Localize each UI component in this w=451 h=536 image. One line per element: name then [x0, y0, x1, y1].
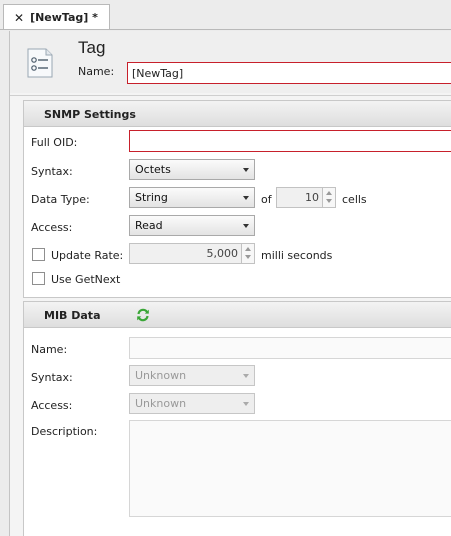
- of-label: of: [261, 193, 272, 206]
- cells-value: 10: [305, 191, 319, 204]
- chevron-down-icon: [243, 168, 249, 172]
- mib-syntax-value: Unknown: [135, 369, 187, 382]
- cells-stepper-buttons[interactable]: [322, 188, 335, 207]
- tag-name-input[interactable]: [127, 62, 451, 84]
- use-getnext-label: Use GetNext: [51, 273, 121, 286]
- update-rate-stepper-buttons[interactable]: [241, 244, 254, 263]
- access-select-value: Read: [135, 219, 163, 232]
- mib-syntax-select: Unknown: [129, 365, 255, 386]
- chevron-down-icon: [243, 402, 249, 406]
- chevron-down-icon: [243, 374, 249, 378]
- cells-stepper[interactable]: 10: [276, 187, 336, 208]
- tag-editor-panel: Tag Name: SNMP Settings Full OID: Syntax…: [9, 31, 451, 536]
- update-rate-value: 5,000: [206, 247, 239, 260]
- mib-description-label: Description:: [31, 425, 98, 438]
- snmp-settings-header: SNMP Settings: [24, 101, 451, 127]
- mib-data-title: MIB Data: [44, 309, 101, 322]
- tag-document-icon: [27, 48, 53, 78]
- syntax-select[interactable]: Octets: [129, 159, 255, 180]
- data-type-select-value: String: [135, 191, 168, 204]
- mib-access-value: Unknown: [135, 397, 187, 410]
- mib-name-label: Name:: [31, 343, 68, 356]
- page-title: Tag: [78, 38, 106, 57]
- snmp-settings-title: SNMP Settings: [44, 108, 136, 121]
- syntax-select-value: Octets: [135, 163, 171, 176]
- mib-name-field: [129, 337, 451, 359]
- cells-label: cells: [342, 193, 367, 206]
- tab-newtag[interactable]: ✕ [NewTag] *: [3, 4, 110, 30]
- mib-data-header: MIB Data: [24, 302, 451, 328]
- tab-bar: ✕ [NewTag] *: [0, 0, 451, 30]
- update-rate-unit: milli seconds: [261, 249, 333, 262]
- update-rate-label: Update Rate:: [51, 249, 124, 262]
- stepper-up-icon[interactable]: [326, 191, 332, 195]
- mib-description-field: [129, 420, 451, 517]
- header-divider: [10, 95, 451, 96]
- use-getnext-checkbox[interactable]: [32, 272, 45, 285]
- access-label: Access:: [31, 221, 73, 234]
- stepper-up-icon[interactable]: [245, 247, 251, 251]
- mib-access-label: Access:: [31, 399, 73, 412]
- chevron-down-icon: [243, 224, 249, 228]
- snmp-settings-group: SNMP Settings Full OID: Syntax: Octets D…: [23, 100, 451, 298]
- tab-divider: [0, 29, 451, 30]
- data-type-select[interactable]: String: [129, 187, 255, 208]
- data-type-label: Data Type:: [31, 193, 90, 206]
- update-rate-checkbox[interactable]: [32, 248, 45, 261]
- name-label: Name:: [78, 65, 115, 78]
- tab-title: [NewTag] *: [30, 11, 98, 24]
- mib-access-select: Unknown: [129, 393, 255, 414]
- update-rate-stepper[interactable]: 5,000: [129, 243, 255, 264]
- syntax-label: Syntax:: [31, 165, 73, 178]
- close-icon[interactable]: ✕: [14, 11, 24, 25]
- mib-data-group: MIB Data Name: Syntax: Unknown Access: U…: [23, 301, 451, 536]
- stepper-down-icon[interactable]: [326, 199, 332, 203]
- tag-header: Tag Name:: [10, 31, 451, 93]
- refresh-icon[interactable]: [136, 308, 150, 322]
- stepper-down-icon[interactable]: [245, 255, 251, 259]
- full-oid-input[interactable]: [129, 130, 451, 152]
- access-select[interactable]: Read: [129, 215, 255, 236]
- mib-syntax-label: Syntax:: [31, 371, 73, 384]
- full-oid-label: Full OID:: [31, 136, 78, 149]
- chevron-down-icon: [243, 196, 249, 200]
